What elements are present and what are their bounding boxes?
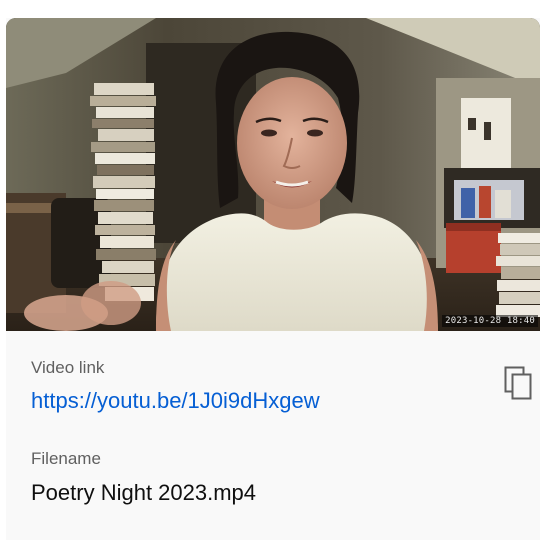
video-timestamp: 2023-10-28 18:40: [442, 315, 538, 327]
copy-icon: [504, 366, 532, 400]
copy-link-button[interactable]: [502, 364, 536, 404]
video-frame-illustration: [6, 18, 540, 331]
filename-value: Poetry Night 2023.mp4: [31, 480, 257, 505]
video-link[interactable]: https://youtu.be/1J0i9dHxgew: [31, 388, 320, 414]
filename-label: Filename: [31, 449, 101, 468]
share-card: 2023-10-28 18:40 Video link https://yout…: [6, 18, 540, 540]
video-thumbnail[interactable]: 2023-10-28 18:40: [6, 18, 540, 331]
share-details: Video link https://youtu.be/1J0i9dHxgew …: [6, 331, 540, 540]
video-link-label: Video link: [31, 358, 105, 377]
